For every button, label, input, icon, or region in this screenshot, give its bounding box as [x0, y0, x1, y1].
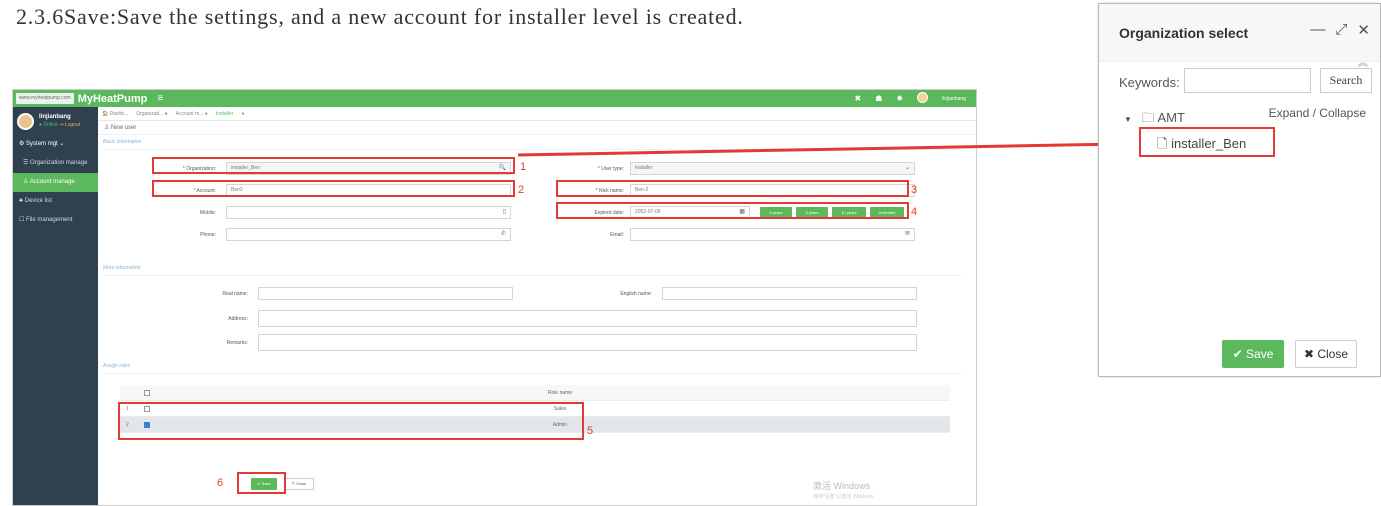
dialog-title: Organization select [1119, 25, 1249, 41]
file-icon: 🗋 [1157, 136, 1168, 151]
dialog-close-button[interactable]: ✖ Close [1295, 340, 1357, 368]
dialog-save-button[interactable]: ✔ Save [1222, 340, 1284, 368]
folder-icon: 🗀 [1141, 110, 1155, 125]
maximize-icon[interactable]: ⤢ [1335, 21, 1347, 39]
collapse-icon[interactable]: ︽ [1358, 54, 1368, 69]
tree-node-installer-ben[interactable]: 🗋 installer_Ben [1157, 135, 1246, 157]
keywords-label: Keywords: [1119, 75, 1180, 90]
keywords-input[interactable] [1184, 68, 1311, 93]
tree-leaf-label: installer_Ben [1171, 136, 1247, 151]
dialog-header: Organization select — ⤢ ✕ [1099, 4, 1380, 62]
close-icon[interactable]: ✕ [1357, 21, 1370, 39]
expand-collapse-link[interactable]: Expand / Collapse [1269, 106, 1366, 120]
tree-root-label: AMT [1157, 110, 1185, 125]
tree-node-amt[interactable]: ▼ 🗀 AMT [1124, 109, 1185, 131]
tree-caret-icon[interactable]: ▼ [1124, 115, 1132, 124]
search-button[interactable]: Search [1320, 68, 1372, 93]
minimize-icon[interactable]: — [1310, 21, 1325, 39]
organization-select-dialog: Organization select — ⤢ ✕ ︽ Keywords: Se… [1098, 3, 1381, 377]
